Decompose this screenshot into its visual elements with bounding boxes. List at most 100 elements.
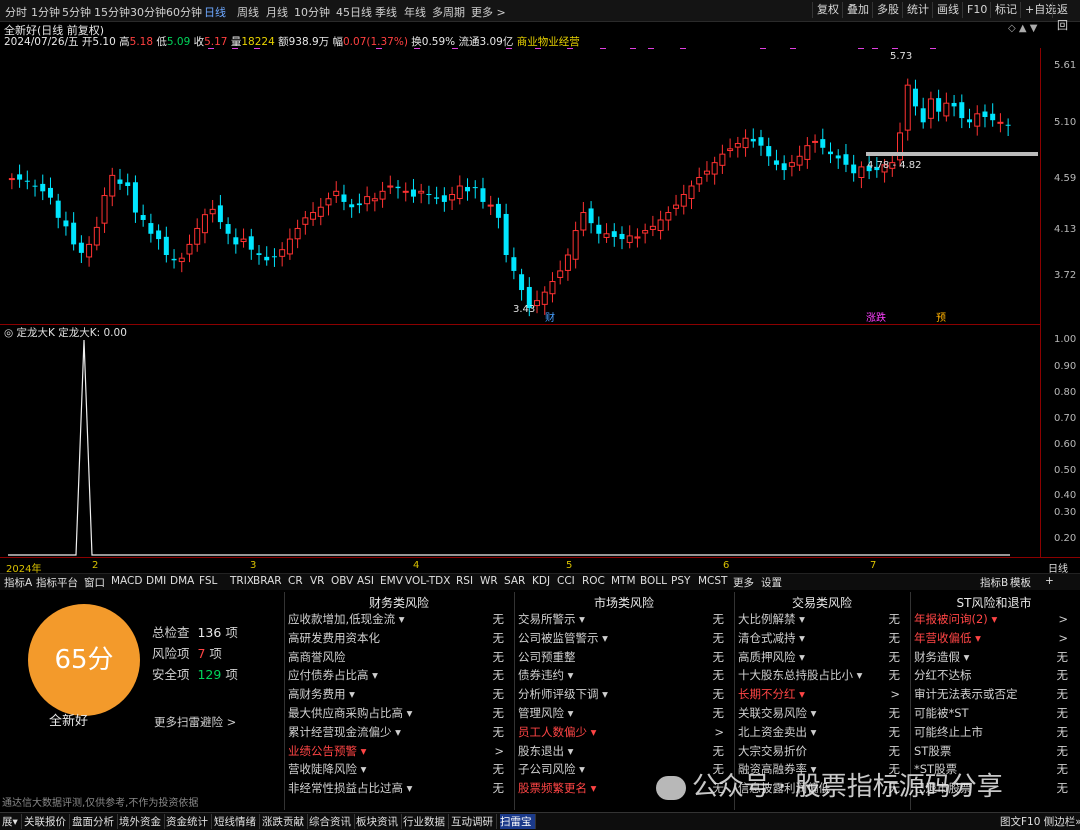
risk-item[interactable]: 应收款增加,低现金流 ▾ 无 [288, 610, 510, 628]
risk-item[interactable]: 股东退出 ▾ 无 [518, 742, 730, 760]
period-tab[interactable]: 60分钟 [166, 4, 202, 20]
period-tab[interactable]: 10分钟 [294, 4, 330, 20]
risk-item[interactable]: 公司被监管警示 ▾ 无 [518, 629, 730, 647]
candlestick-chart[interactable]: 5.73 3.43 4.78 - 4.82 财 涨跌 预 [0, 47, 1041, 325]
bottom-tab[interactable]: 展▾ [2, 814, 22, 829]
indicator-tab[interactable]: ROC [582, 575, 605, 587]
indicator-tab[interactable]: CR [288, 575, 303, 587]
back-button[interactable]: 返回 [1052, 2, 1080, 32]
risk-item[interactable]: 财务造假 ▾ 无 [914, 648, 1074, 666]
risk-item[interactable]: 审计无法表示或否定 无 [914, 685, 1074, 703]
risk-item[interactable]: 最大供应商采购占比高 ▾ 无 [288, 704, 510, 722]
indicator-tab[interactable]: MTM [611, 575, 636, 587]
period-tab[interactable]: 45日线 [336, 4, 372, 20]
more-scan-link[interactable]: 更多扫雷避险 > [154, 714, 236, 730]
period-tab-daily[interactable]: 日线 [204, 4, 226, 20]
bottom-tab[interactable]: 综合资讯 [309, 814, 355, 829]
indicator-tab[interactable]: MACD [111, 575, 142, 587]
indicator-tab[interactable]: 指标平台 [36, 575, 78, 590]
period-tab[interactable]: 年线 [404, 4, 426, 20]
indicator-pane[interactable]: ◎ 定龙大K 定龙大K: 0.00 [0, 325, 1041, 557]
window-controls[interactable]: ◇ ▲ ▼ [1008, 23, 1037, 34]
risk-item[interactable]: 交易所警示 ▾ 无 [518, 610, 730, 628]
indicator-tab[interactable]: SAR [504, 575, 525, 587]
bottom-tab[interactable]: 资金统计 [166, 814, 212, 829]
risk-item[interactable]: 大比例解禁 ▾ 无 [738, 610, 906, 628]
sidebar-toggle[interactable]: 图文F10 侧边栏» [1000, 814, 1080, 829]
indicator-tab[interactable]: VR [310, 575, 324, 587]
risk-item[interactable]: 北上资金卖出 ▾ 无 [738, 723, 906, 741]
risk-item[interactable]: 可能终止上市 无 [914, 723, 1074, 741]
fq-button[interactable]: 复权 [812, 2, 843, 18]
risk-item[interactable]: ST股票 无 [914, 742, 1074, 760]
bottom-tab[interactable]: 短线情绪 [214, 814, 260, 829]
f10-button[interactable]: F10 [962, 2, 991, 18]
risk-item[interactable]: 营收陡降风险 ▾ 无 [288, 760, 510, 778]
indicator-tab[interactable]: PSY [671, 575, 690, 587]
period-tab[interactable]: 周线 [237, 4, 259, 20]
indicator-dropdown-icon[interactable]: ◎ [4, 327, 17, 339]
risk-item[interactable]: 高质押风险 ▾ 无 [738, 648, 906, 666]
period-tab[interactable]: 1分钟 [31, 4, 60, 20]
period-tab[interactable]: 15分钟 [94, 4, 130, 20]
indicator-tab-right[interactable]: + [1045, 575, 1054, 587]
draw-line-button[interactable]: 画线 [932, 2, 963, 18]
indicator-tab[interactable]: EMV [380, 575, 403, 587]
risk-item[interactable]: 非经常性损益占比过高 ▾ 无 [288, 779, 510, 797]
indicator-tab-right[interactable]: 指标B [980, 575, 1008, 590]
risk-item[interactable]: 管理风险 ▾ 无 [518, 704, 730, 722]
risk-item[interactable]: 高研发费用资本化 无 [288, 629, 510, 647]
indicator-tab[interactable]: RSI [456, 575, 473, 587]
bottom-tab[interactable]: 涨跌贡献 [262, 814, 308, 829]
risk-item[interactable]: 高商誉风险 无 [288, 648, 510, 666]
indicator-tab[interactable]: TRIX [230, 575, 254, 587]
indicator-tab[interactable]: 设置 [761, 575, 782, 590]
indicator-tab[interactable]: 更多 [733, 575, 754, 590]
risk-item[interactable]: 业绩公告预警 ▾ > [288, 742, 510, 760]
indicator-tab[interactable]: DMA [170, 575, 194, 587]
indicator-tab[interactable]: BRAR [253, 575, 282, 587]
more-periods-button[interactable]: 更多 > [471, 4, 506, 20]
indicator-tab[interactable]: FSL [199, 575, 217, 587]
indicator-tab[interactable]: WR [480, 575, 498, 587]
period-tab[interactable]: 月线 [266, 4, 288, 20]
risk-item[interactable]: 公司预重整 无 [518, 648, 730, 666]
bottom-tab[interactable]: 行业数据 [403, 814, 449, 829]
indicator-tab[interactable]: 指标A [4, 575, 32, 590]
risk-item[interactable]: 应付债券占比高 ▾ 无 [288, 666, 510, 684]
indicator-tab[interactable]: ASI [357, 575, 374, 587]
indicator-tab[interactable]: DMI [146, 575, 166, 587]
risk-item[interactable]: 累计经营现金流偏少 ▾ 无 [288, 723, 510, 741]
period-tab[interactable]: 分时 [5, 4, 27, 20]
risk-item[interactable]: 年营收偏低 ▾ > [914, 629, 1074, 647]
period-tab[interactable]: 30分钟 [130, 4, 166, 20]
bottom-tab[interactable]: 关联报价 [24, 814, 70, 829]
risk-item[interactable]: 十大股东总持股占比小 ▾ 无 [738, 666, 906, 684]
indicator-tab[interactable]: OBV [331, 575, 353, 587]
indicator-tab[interactable]: 窗口 [84, 575, 105, 590]
bottom-tab[interactable]: 互动调研 [451, 814, 497, 829]
mark-button[interactable]: 标记 [990, 2, 1021, 18]
risk-item[interactable]: 长期不分红 ▾ > [738, 685, 906, 703]
period-tab[interactable]: 5分钟 [62, 4, 91, 20]
bottom-tab[interactable]: 境外资金 [119, 814, 165, 829]
stats-button[interactable]: 统计 [902, 2, 933, 18]
indicator-tab[interactable]: MCST [698, 575, 727, 587]
risk-item[interactable]: 债券违约 ▾ 无 [518, 666, 730, 684]
risk-item[interactable]: 清仓式减持 ▾ 无 [738, 629, 906, 647]
risk-item[interactable]: 员工人数偏少 ▾ > [518, 723, 730, 741]
indicator-tab[interactable]: VOL-TDX [405, 575, 450, 587]
indicator-tab[interactable]: BOLL [640, 575, 667, 587]
risk-item[interactable]: 大宗交易折价 无 [738, 742, 906, 760]
indicator-tab[interactable]: KDJ [532, 575, 550, 587]
indicator-tab[interactable]: CCI [557, 575, 575, 587]
risk-item[interactable]: 分析师评级下调 ▾ 无 [518, 685, 730, 703]
bottom-tab[interactable]: 盘面分析 [72, 814, 118, 829]
indicator-tab-right[interactable]: 模板 [1010, 575, 1031, 590]
bottom-tab[interactable]: 扫雷宝 [500, 814, 536, 829]
risk-item[interactable]: 高财务费用 ▾ 无 [288, 685, 510, 703]
risk-item[interactable]: 关联交易风险 ▾ 无 [738, 704, 906, 722]
multi-stock-button[interactable]: 多股 [872, 2, 903, 18]
period-tab[interactable]: 季线 [375, 4, 397, 20]
bottom-tab[interactable]: 板块资讯 [356, 814, 402, 829]
